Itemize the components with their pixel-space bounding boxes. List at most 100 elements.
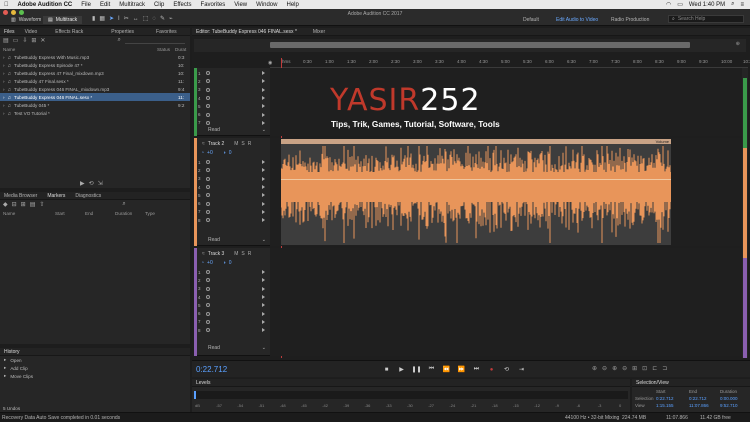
effect-slot[interactable]: 8 (194, 216, 270, 224)
power-icon[interactable] (205, 209, 210, 214)
power-icon[interactable] (205, 295, 210, 300)
marker-col-start[interactable]: Start (55, 211, 65, 216)
expand-chevron-icon[interactable]: › (3, 87, 5, 92)
menu-effects[interactable]: Effects (173, 2, 191, 8)
effect-slot[interactable]: 6 (194, 110, 270, 118)
stop-icon[interactable]: ■ (382, 365, 391, 374)
tab-history[interactable]: History (4, 349, 20, 355)
effect-slot[interactable]: 1 (194, 158, 270, 166)
effect-slot[interactable]: 2 (194, 166, 270, 174)
file-list-item[interactable]: › ♫ TubeBuddy Express 47 Final_mixdown.mp3… (0, 69, 190, 77)
expand-chevron-icon[interactable]: › (3, 63, 5, 68)
file-list-item[interactable]: › ♫ TubeBuddy 045 * 9:2 (0, 101, 190, 109)
app-menu[interactable]: Adobe Audition CC (18, 2, 73, 8)
slot-menu-icon[interactable] (262, 303, 265, 308)
file-list-item[interactable]: › ♫ TubeBuddy Express Episode 47 * 10: (0, 61, 190, 69)
power-icon[interactable] (205, 79, 210, 84)
remove-marker-icon[interactable]: ⊟ (12, 201, 17, 208)
track-3-pan[interactable]: 0 (229, 260, 232, 266)
col-status[interactable]: Status (157, 47, 170, 52)
expand-chevron-icon[interactable]: › (3, 71, 5, 76)
track-3-read-mode[interactable]: Read (208, 345, 220, 351)
power-icon[interactable] (205, 104, 210, 109)
track-2-record[interactable]: R (248, 141, 252, 147)
track-3-solo[interactable]: S (241, 251, 244, 257)
track-3-automation[interactable]: Read ⌄ (208, 345, 266, 351)
rewind-icon[interactable]: ⏪ (442, 365, 451, 374)
history-item[interactable]: ▸ Open (0, 356, 190, 364)
volume-knob-icon[interactable]: ◔ (201, 260, 204, 266)
history-item[interactable]: ▸ Add Clip (0, 364, 190, 372)
open-folder-icon[interactable]: ▭ (13, 37, 19, 44)
add-marker-icon[interactable]: ◆ (3, 201, 8, 208)
pan-knob-icon[interactable]: ◑ (223, 150, 226, 156)
selection-start[interactable]: 0:22.712 (656, 396, 674, 401)
menu-favorites[interactable]: Favorites (201, 2, 226, 8)
power-icon[interactable] (205, 201, 210, 206)
power-icon[interactable] (205, 112, 210, 117)
volume-knob-icon[interactable]: ◔ (201, 150, 204, 156)
insert-icon[interactable]: ⊞ (31, 37, 36, 44)
fast-forward-icon[interactable]: ⏩ (457, 365, 466, 374)
levels-icon[interactable]: ▮ (92, 15, 95, 22)
tab-favorites[interactable]: Favorites (156, 29, 177, 35)
selection-duration[interactable]: 0:00.000 (720, 396, 738, 401)
current-time[interactable]: 0:22.712 (196, 365, 227, 374)
effect-slot[interactable]: 7 (194, 119, 270, 127)
marquee-tool-icon[interactable]: ⬚ (143, 15, 149, 22)
export-marker-icon[interactable]: ⇧ (39, 201, 44, 208)
pause-icon[interactable]: ❚❚ (411, 365, 421, 374)
track-2-pan[interactable]: 0 (229, 150, 232, 156)
col-duration[interactable]: Durat (175, 47, 186, 52)
overview-scroll-thumb[interactable] (270, 42, 690, 48)
file-list-item[interactable]: › ♫ TubeBuddy Express With Music.mp3 0:3 (0, 53, 190, 61)
effect-slot[interactable]: 5 (194, 301, 270, 309)
track-2-automation[interactable]: Read ⌄ (208, 237, 266, 243)
power-icon[interactable] (205, 328, 210, 333)
zoom-in-amplitude-icon[interactable]: ⊕ (592, 365, 597, 372)
slot-menu-icon[interactable] (262, 201, 265, 206)
track-3-name[interactable]: Track 3 (208, 251, 224, 257)
slot-menu-icon[interactable] (262, 311, 265, 316)
go-to-start-icon[interactable]: ⏮ (427, 365, 436, 374)
play-icon[interactable]: ▶ (397, 365, 406, 374)
effect-slot[interactable]: 3 (194, 285, 270, 293)
tab-video[interactable]: Video (25, 29, 38, 35)
power-icon[interactable] (205, 87, 210, 92)
lasso-tool-icon[interactable]: ◌ (152, 16, 156, 22)
power-icon[interactable] (205, 185, 210, 190)
loop-playback-icon[interactable]: ⟲ (502, 365, 511, 374)
tab-media-browser[interactable]: Media Browser (4, 193, 37, 199)
clip-volume-envelope[interactable] (281, 179, 671, 180)
pan-knob-icon[interactable]: ◑ (223, 260, 226, 266)
slip-tool-icon[interactable]: ↔ (133, 16, 139, 22)
power-icon[interactable] (205, 311, 210, 316)
slot-menu-icon[interactable] (262, 328, 265, 333)
vertical-scrollbar[interactable] (742, 68, 748, 358)
effect-slot[interactable]: 7 (194, 208, 270, 216)
slot-menu-icon[interactable] (262, 71, 265, 76)
track-3-mute[interactable]: M (234, 251, 238, 257)
tab-markers[interactable]: Markers (47, 193, 65, 199)
marker-col-type[interactable]: Type (145, 211, 155, 216)
loop-icon[interactable]: ⟲ (89, 180, 94, 187)
zoom-in-time-icon[interactable]: ⊕ (612, 365, 617, 372)
effect-slot[interactable]: 7 (194, 318, 270, 326)
view-duration[interactable]: 9:52.710 (720, 403, 738, 408)
track-2-name[interactable]: Track 2 (208, 141, 224, 147)
zoom-in-right-icon[interactable]: ⊐ (662, 365, 667, 372)
expand-chevron-icon[interactable]: › (3, 95, 5, 100)
markers-search-icon[interactable]: ⌕ (122, 201, 125, 208)
power-icon[interactable] (205, 96, 210, 101)
slot-menu-icon[interactable] (262, 104, 265, 109)
slot-menu-icon[interactable] (262, 185, 265, 190)
slot-menu-icon[interactable] (262, 79, 265, 84)
new-file-icon[interactable]: ▤ (3, 37, 9, 44)
track-3-volume[interactable]: +0 (207, 260, 213, 266)
slot-menu-icon[interactable] (262, 160, 265, 165)
slot-menu-icon[interactable] (262, 87, 265, 92)
menu-help[interactable]: Help (286, 2, 298, 8)
file-list-item[interactable]: › ♫ TubeBuddy Express 046 FINAL_mixdown.mp… (0, 85, 190, 93)
effect-slot[interactable]: 1 (194, 69, 270, 77)
slot-menu-icon[interactable] (262, 278, 265, 283)
